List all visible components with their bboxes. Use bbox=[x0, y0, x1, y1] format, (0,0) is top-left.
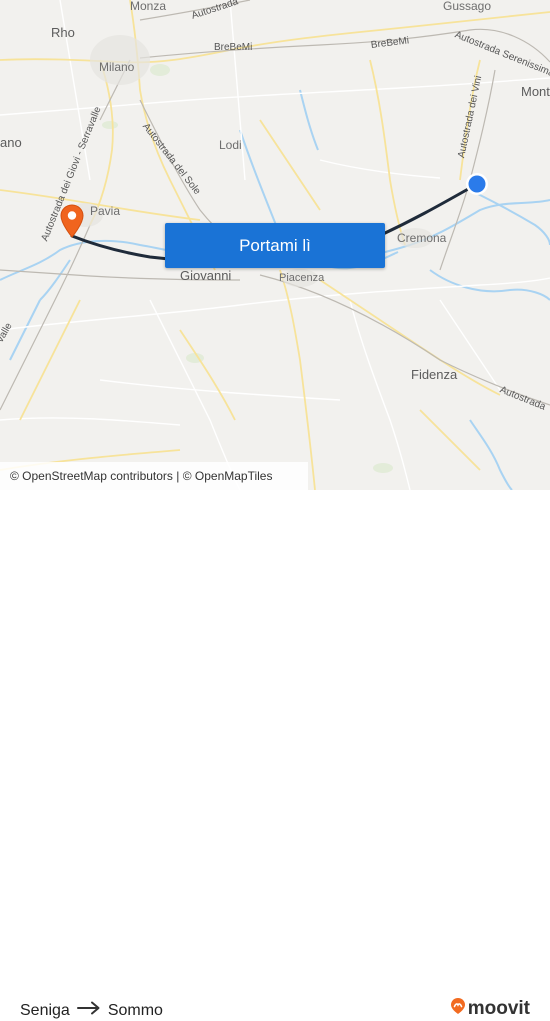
destination-name: Sommo bbox=[107, 1001, 163, 1019]
arrow-right-icon bbox=[76, 1001, 101, 1020]
place-label-cremona: Cremona bbox=[397, 231, 447, 245]
place-label-monza: Monza bbox=[130, 0, 167, 13]
map-canvas[interactable]: Monza Gussago Rho Milano Lodi Pavia Crem… bbox=[0, 0, 550, 490]
moovit-pin-icon bbox=[450, 997, 466, 1021]
moovit-logo[interactable]: moovit bbox=[450, 997, 530, 1021]
brand-name: moovit bbox=[467, 998, 530, 1019]
place-label-giovanni: Giovanni bbox=[180, 268, 232, 283]
place-label-mont: Mont bbox=[521, 84, 550, 99]
navigate-button[interactable]: Portami lì bbox=[165, 223, 385, 268]
road-label-brebemi-1: BreBeMi bbox=[214, 42, 253, 53]
footer-bar: Seniga Sommo moovit bbox=[0, 490, 550, 1019]
place-label-milano: Milano bbox=[99, 60, 135, 74]
destination-pin-icon[interactable] bbox=[60, 204, 84, 238]
place-label-gussago: Gussago bbox=[443, 0, 492, 13]
place-label-lodi: Lodi bbox=[219, 138, 242, 152]
map-attribution[interactable]: © OpenStreetMap contributors | © OpenMap… bbox=[0, 462, 308, 490]
origin-name: Seniga bbox=[20, 1001, 70, 1019]
route-summary: Seniga Sommo bbox=[20, 1001, 163, 1020]
place-label-rho: Rho bbox=[51, 25, 75, 40]
place-label-piacenza: Piacenza bbox=[279, 272, 325, 284]
place-label-ano: ano bbox=[0, 135, 22, 150]
place-label-fidenza: Fidenza bbox=[411, 367, 458, 382]
origin-location-icon[interactable] bbox=[465, 172, 489, 196]
place-label-pavia: Pavia bbox=[90, 204, 121, 218]
